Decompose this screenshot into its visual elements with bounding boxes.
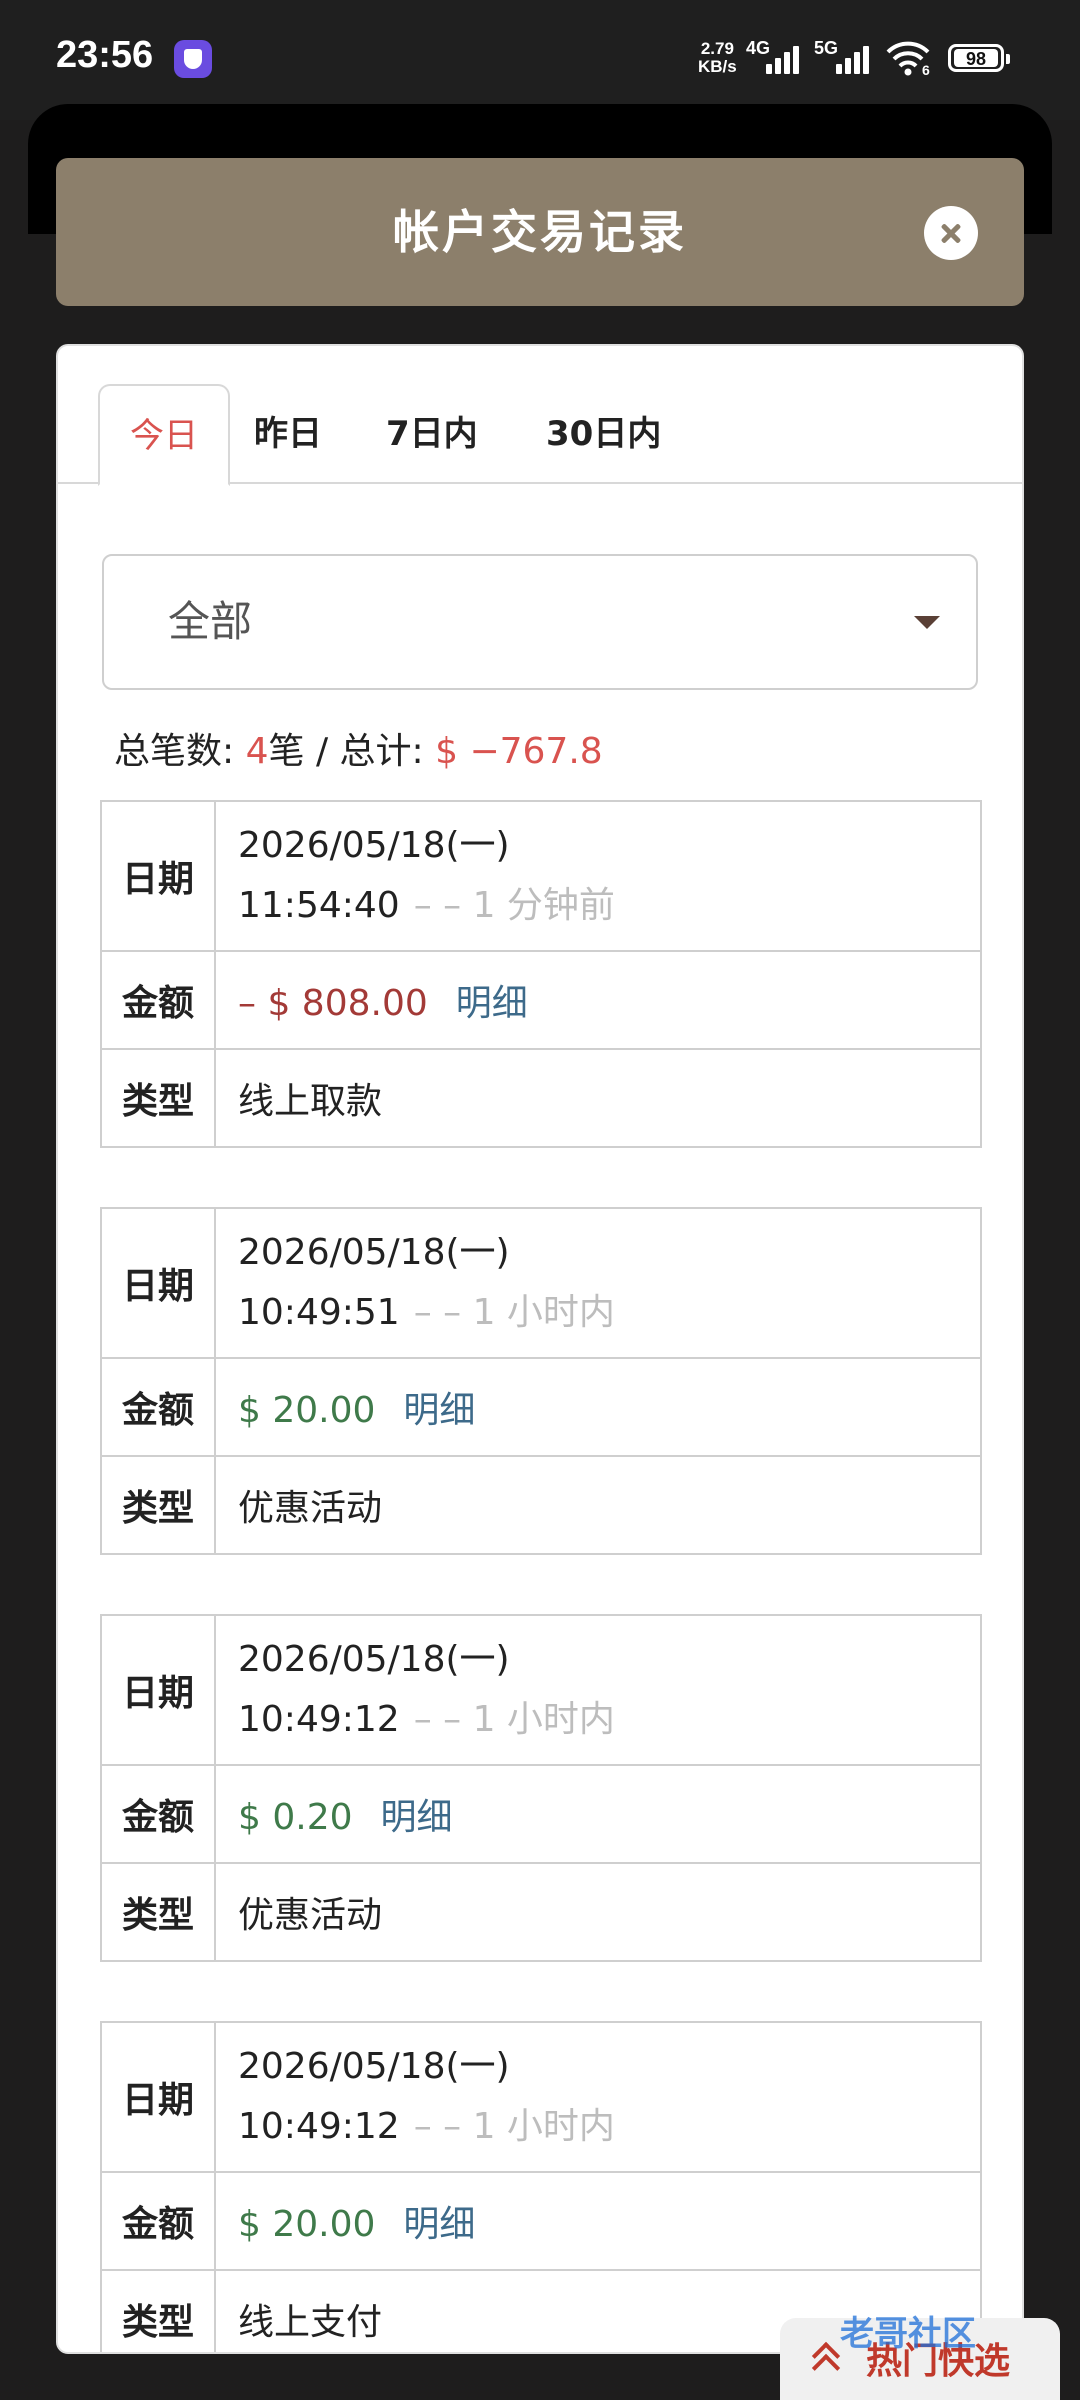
chevron-down-icon bbox=[914, 616, 940, 629]
status-bar: 23:56 2.79 KB/s 4G 5G 6 98 bbox=[0, 0, 1080, 120]
type-filter-select[interactable]: 全部 bbox=[102, 554, 978, 690]
filter-value: 全部 bbox=[168, 597, 253, 646]
tab-today[interactable]: 今日 bbox=[98, 384, 230, 486]
modal-header: 帐户交易记录 bbox=[56, 158, 1024, 306]
shield-app-icon bbox=[174, 40, 212, 78]
battery-icon: 98 bbox=[948, 44, 1010, 72]
date-label: 日期 bbox=[100, 1207, 216, 1359]
tx-time: 11:54:40 bbox=[238, 885, 400, 926]
tx-ago: – – 1 小时内 bbox=[413, 2106, 615, 2147]
type-label: 类型 bbox=[100, 2269, 216, 2352]
amount-label: 金额 bbox=[100, 950, 216, 1050]
detail-link[interactable]: 明细 bbox=[381, 1797, 453, 1838]
tx-type: 优惠活动 bbox=[214, 1862, 982, 1962]
total-label: 总计: bbox=[339, 731, 436, 772]
count-label: 总笔数: bbox=[114, 731, 246, 772]
tx-amount: $ 20.00 bbox=[238, 1390, 376, 1431]
tx-date: 2026/05/18(一) bbox=[238, 825, 510, 866]
records-card: 今日 昨日 7日内 30日内 全部 总笔数: 4笔 / 总计: $ −767.8… bbox=[56, 344, 1024, 2354]
tx-ago: – – 1 小时内 bbox=[413, 1292, 615, 1333]
tx-amount: $ 0.20 bbox=[238, 1797, 353, 1838]
tx-date: 2026/05/18(一) bbox=[238, 1232, 510, 1273]
type-label: 类型 bbox=[100, 1455, 216, 1555]
tx-amount: – $ 808.00 bbox=[238, 983, 428, 1024]
tx-type: 线上取款 bbox=[214, 1048, 982, 1148]
signal-bars-icon bbox=[836, 42, 876, 74]
clock: 23:56 bbox=[56, 34, 154, 76]
detail-link[interactable]: 明细 bbox=[403, 2204, 475, 2245]
amount-cell: $ 20.00 明细 bbox=[214, 2171, 982, 2271]
date-cell: 2026/05/18(一) 10:49:12 – – 1 小时内 bbox=[214, 1614, 982, 1766]
count-value: 4 bbox=[245, 731, 269, 772]
type-label: 类型 bbox=[100, 1862, 216, 1962]
speed-unit: KB/s bbox=[698, 57, 737, 76]
total-value: $ −767.8 bbox=[435, 731, 603, 772]
wifi-badge: 6 bbox=[922, 62, 930, 78]
detail-link[interactable]: 明细 bbox=[403, 1390, 475, 1431]
amount-cell: – $ 808.00 明细 bbox=[214, 950, 982, 1050]
battery-level: 98 bbox=[954, 49, 998, 69]
transaction-table: 日期 2026/05/18(一) 10:49:12 – – 1 小时内 金额 $ … bbox=[100, 2021, 982, 2352]
transaction-table: 日期 2026/05/18(一) 10:49:12 – – 1 小时内 金额 $ … bbox=[100, 1614, 982, 1962]
watermark: 老哥社区 bbox=[840, 2314, 976, 2354]
close-button[interactable] bbox=[924, 206, 978, 260]
date-label: 日期 bbox=[100, 1614, 216, 1766]
tab-30-days[interactable]: 30日内 bbox=[516, 384, 691, 484]
tx-ago: – – 1 小时内 bbox=[413, 1699, 615, 1740]
tx-time: 10:49:51 bbox=[238, 1292, 400, 1333]
date-cell: 2026/05/18(一) 10:49:12 – – 1 小时内 bbox=[214, 2021, 982, 2173]
summary-line: 总笔数: 4笔 / 总计: $ −767.8 bbox=[114, 722, 603, 774]
tx-time: 10:49:12 bbox=[238, 2106, 400, 2147]
amount-label: 金额 bbox=[100, 1764, 216, 1864]
tab-7-days[interactable]: 7日内 bbox=[356, 384, 508, 484]
tx-ago: – – 1 分钟前 bbox=[413, 885, 615, 926]
amount-label: 金额 bbox=[100, 2171, 216, 2271]
tx-type: 优惠活动 bbox=[214, 1455, 982, 1555]
net-5g-label: 5G bbox=[814, 38, 839, 58]
tx-date: 2026/05/18(一) bbox=[238, 2046, 510, 2087]
tx-date: 2026/05/18(一) bbox=[238, 1639, 510, 1680]
detail-link[interactable]: 明细 bbox=[456, 983, 528, 1024]
amount-cell: $ 0.20 明细 bbox=[214, 1764, 982, 1864]
count-unit: 笔 bbox=[268, 731, 305, 772]
tx-amount: $ 20.00 bbox=[238, 2204, 376, 2245]
transaction-table: 日期 2026/05/18(一) 10:49:51 – – 1 小时内 金额 $ … bbox=[100, 1207, 982, 1555]
date-label: 日期 bbox=[100, 800, 216, 952]
type-label: 类型 bbox=[100, 1048, 216, 1148]
page-title: 帐户交易记录 bbox=[393, 205, 687, 259]
speed-value: 2.79 bbox=[700, 39, 734, 58]
transaction-table: 日期 2026/05/18(一) 11:54:40 – – 1 分钟前 金额 – … bbox=[100, 800, 982, 1148]
date-label: 日期 bbox=[100, 2021, 216, 2173]
amount-cell: $ 20.00 明细 bbox=[214, 1357, 982, 1457]
tx-time: 10:49:12 bbox=[238, 1699, 400, 1740]
network-speed: 2.79 KB/s bbox=[698, 40, 737, 76]
date-cell: 2026/05/18(一) 11:54:40 – – 1 分钟前 bbox=[214, 800, 982, 952]
tab-yesterday[interactable]: 昨日 bbox=[224, 384, 352, 484]
amount-label: 金额 bbox=[100, 1357, 216, 1457]
date-cell: 2026/05/18(一) 10:49:51 – – 1 小时内 bbox=[214, 1207, 982, 1359]
signal-bars-icon bbox=[766, 42, 806, 74]
summary-separator: / bbox=[304, 731, 340, 772]
